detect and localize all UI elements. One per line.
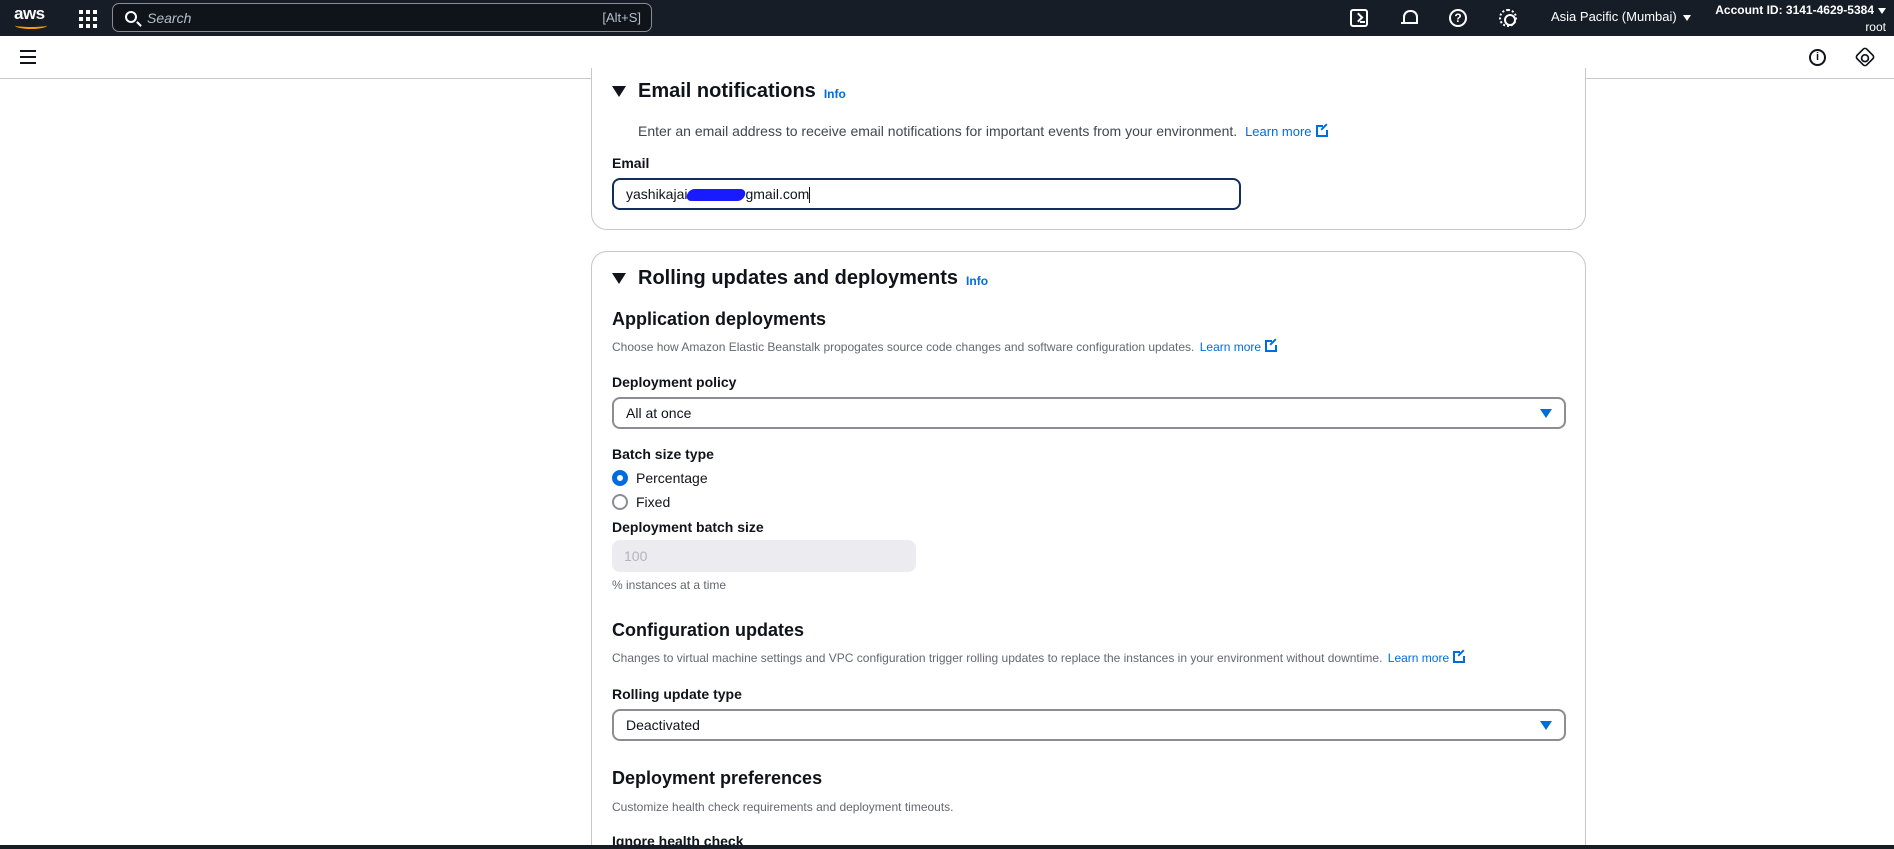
deployment-preferences-description: Customize health check requirements and …: [612, 800, 954, 814]
caret-down-icon: [1682, 14, 1691, 21]
rolling-update-type-select[interactable]: Deactivated: [612, 709, 1566, 741]
hexagon-icon[interactable]: [1854, 46, 1876, 68]
radio-percentage[interactable]: Percentage: [612, 470, 708, 486]
menu-icon[interactable]: [20, 50, 36, 64]
account-id: Account ID: 3141-4629-5384: [1715, 3, 1874, 17]
learn-more-text: Learn more: [1387, 651, 1450, 665]
account-menu[interactable]: Account ID: 3141-4629-5384 root: [1715, 2, 1886, 36]
app-deployments-learn-more-link[interactable]: Learn more: [1199, 338, 1280, 354]
deployment-preferences-title: Deployment preferences: [612, 768, 823, 788]
collapse-triangle-icon: [612, 86, 626, 97]
rolling-info-link[interactable]: Info: [966, 274, 988, 288]
help-icon[interactable]: ?: [1449, 9, 1467, 27]
configuration-updates-title: Configuration updates: [612, 620, 804, 640]
email-field[interactable]: yashikajai gmail.com: [612, 178, 1241, 210]
search-box[interactable]: [Alt+S]: [112, 3, 652, 32]
text-cursor: [809, 187, 811, 204]
learn-more-text: Learn more: [1245, 124, 1312, 139]
caret-down-icon: [1878, 7, 1886, 14]
configuration-updates-description: Changes to virtual machine settings and …: [612, 649, 1468, 665]
gear-icon[interactable]: [1499, 9, 1517, 27]
top-navigation: aws [Alt+S] ? Asia Pacific (Mumbai) Acco…: [0, 0, 1894, 36]
apps-grid-icon[interactable]: [77, 8, 97, 28]
external-link-icon: [1453, 649, 1468, 663]
aws-logo[interactable]: aws: [14, 5, 50, 31]
cloudshell-icon[interactable]: [1350, 9, 1368, 27]
radio-percentage-label: Percentage: [636, 470, 708, 486]
rolling-update-type-value: Deactivated: [626, 717, 700, 733]
deployment-batch-size-label: Deployment batch size: [612, 519, 764, 535]
email-description: Enter an email address to receive email …: [638, 123, 1330, 139]
search-input[interactable]: [147, 8, 547, 28]
email-learn-more-link[interactable]: Learn more: [1245, 123, 1330, 139]
email-value-suffix: gmail.com: [745, 186, 810, 202]
caret-down-icon: [1540, 409, 1552, 418]
radio-button-checked[interactable]: [612, 470, 628, 486]
batch-size-hint: % instances at a time: [612, 578, 727, 592]
email-description-text: Enter an email address to receive email …: [638, 123, 1238, 139]
redaction-mark: [685, 189, 748, 202]
region-selector[interactable]: Asia Pacific (Mumbai): [1551, 9, 1691, 24]
search-icon: [125, 11, 137, 23]
deployment-policy-select[interactable]: All at once: [612, 397, 1566, 429]
deployment-policy-value: All at once: [626, 405, 692, 421]
application-deployments-description: Choose how Amazon Elastic Beanstalk prop…: [612, 338, 1280, 354]
external-link-icon: [1315, 123, 1330, 137]
radio-button[interactable]: [612, 494, 628, 510]
search-shortcut: [Alt+S]: [602, 10, 641, 25]
learn-more-text: Learn more: [1199, 340, 1262, 354]
collapse-triangle-icon: [612, 273, 626, 284]
email-info-link[interactable]: Info: [824, 87, 846, 101]
email-label: Email: [612, 155, 650, 171]
rolling-updates-panel: Rolling updates and deployments Info App…: [591, 251, 1586, 849]
app-deployments-description-text: Choose how Amazon Elastic Beanstalk prop…: [612, 340, 1195, 354]
radio-fixed[interactable]: Fixed: [612, 494, 670, 510]
info-icon[interactable]: i: [1809, 49, 1826, 66]
bell-icon[interactable]: [1399, 8, 1419, 28]
bottom-bar: [0, 845, 1894, 849]
aws-smile-icon: [15, 22, 47, 29]
deployment-policy-label: Deployment policy: [612, 374, 737, 390]
caret-down-icon: [1540, 721, 1552, 730]
aws-logo-text: aws: [14, 4, 45, 23]
config-updates-learn-more-link[interactable]: Learn more: [1387, 649, 1468, 665]
email-panel-header[interactable]: Email notifications Info: [612, 80, 846, 103]
config-updates-description-text: Changes to virtual machine settings and …: [612, 651, 1383, 665]
deployment-batch-size-input: 100: [612, 540, 916, 572]
email-panel-title: Email notifications: [638, 80, 816, 102]
account-user: root: [1865, 20, 1886, 34]
external-link-icon: [1265, 338, 1280, 352]
region-label: Asia Pacific (Mumbai): [1551, 9, 1677, 24]
batch-size-type-label: Batch size type: [612, 446, 714, 462]
rolling-update-type-label: Rolling update type: [612, 686, 742, 702]
application-deployments-title: Application deployments: [612, 309, 827, 329]
email-value-prefix: yashikajai: [626, 186, 688, 202]
email-notifications-panel: Email notifications Info Enter an email …: [591, 68, 1586, 230]
rolling-panel-title: Rolling updates and deployments: [638, 267, 959, 289]
radio-fixed-label: Fixed: [636, 494, 671, 510]
rolling-panel-header[interactable]: Rolling updates and deployments Info: [612, 267, 988, 290]
